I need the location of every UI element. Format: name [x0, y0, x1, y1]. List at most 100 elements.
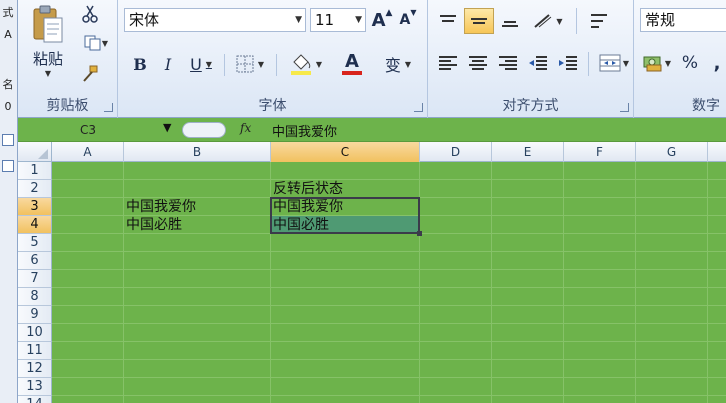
clipboard-dialog-launcher[interactable]: [104, 103, 113, 112]
row-header-14[interactable]: 14: [18, 396, 52, 403]
paint-bucket-icon: [290, 54, 311, 75]
align-top-button[interactable]: [434, 8, 462, 34]
percent-style-button[interactable]: %: [678, 50, 702, 76]
align-bottom-button[interactable]: [496, 8, 524, 34]
gridline: [52, 269, 726, 270]
chevron-down-icon: ▼: [622, 58, 630, 68]
chevron-down-icon: ▼: [44, 69, 52, 78]
comma-glyph: ,: [713, 52, 721, 74]
chevron-down-icon: ▼: [404, 59, 412, 69]
column-header-a[interactable]: A: [52, 142, 124, 162]
shrink-font-button[interactable]: A ▼: [396, 8, 420, 32]
gridline: [707, 162, 708, 403]
phonetic-glyph: 变: [384, 56, 401, 75]
italic-button[interactable]: I: [156, 52, 180, 76]
comma-style-button[interactable]: ,: [706, 50, 726, 76]
column-header-b[interactable]: B: [124, 142, 271, 162]
merge-center-button[interactable]: ▼: [594, 50, 634, 76]
insert-function-icon[interactable]: fx: [240, 121, 251, 135]
font-color-button[interactable]: A: [332, 50, 372, 78]
align-center-button[interactable]: [464, 50, 492, 76]
formula-input[interactable]: 中国我爱你: [272, 121, 337, 140]
name-box-dropdown-icon[interactable]: ▼: [163, 121, 171, 134]
row-header-11[interactable]: 11: [18, 342, 52, 360]
borders-button[interactable]: ▼: [230, 52, 270, 76]
row-header-2[interactable]: 2: [18, 180, 52, 198]
copy-button[interactable]: ▼: [78, 32, 114, 54]
column-header-g[interactable]: G: [636, 142, 708, 162]
number-group-title: 数字: [692, 98, 720, 114]
bold-button[interactable]: B: [128, 52, 152, 76]
cell-b3[interactable]: 中国我爱你: [124, 198, 271, 216]
row-header-10[interactable]: 10: [18, 324, 52, 342]
row-header-6[interactable]: 6: [18, 252, 52, 270]
number-format-combo[interactable]: 常规: [640, 8, 726, 32]
column-header-d[interactable]: D: [420, 142, 492, 162]
chevron-down-icon: ▼: [315, 59, 323, 69]
orientation-button[interactable]: ▼: [528, 8, 568, 34]
wrap-text-button[interactable]: [584, 8, 614, 34]
cell-c4[interactable]: 中国必胜: [271, 216, 420, 234]
chevron-down-icon: ▼: [257, 59, 265, 69]
cell-b4[interactable]: 中国必胜: [124, 216, 271, 234]
gridline: [52, 251, 726, 252]
format-painter-button[interactable]: [78, 62, 102, 86]
paste-button[interactable]: 粘贴 ▼: [26, 2, 70, 86]
align-right-icon: [499, 56, 517, 70]
formula-bar: C3 ▼ fx 中国我爱你: [18, 118, 726, 142]
align-middle-button[interactable]: [464, 8, 494, 34]
name-box[interactable]: C3: [18, 120, 158, 140]
gridline: [52, 359, 726, 360]
worksheet-grid[interactable]: ABCDEFG 1234567891011121314 反转后状态中国我爱你中国…: [18, 142, 726, 403]
row-header-13[interactable]: 13: [18, 378, 52, 396]
gridline: [52, 341, 726, 342]
cell-c2[interactable]: 反转后状态: [271, 180, 420, 198]
row-header-1[interactable]: 1: [18, 162, 52, 180]
row-header-3[interactable]: 3: [18, 198, 52, 216]
row-header-5[interactable]: 5: [18, 234, 52, 252]
fill-color-button[interactable]: ▼: [284, 50, 328, 78]
font-name-combo[interactable]: 宋体 ▼: [124, 8, 306, 32]
gridline: [52, 287, 726, 288]
cut-button[interactable]: [78, 2, 102, 26]
edge-checkbox[interactable]: [2, 160, 14, 172]
accounting-format-button[interactable]: ▼: [640, 50, 674, 76]
phonetic-button[interactable]: 变 ▼: [376, 50, 420, 78]
align-left-button[interactable]: [434, 50, 462, 76]
row-header-7[interactable]: 7: [18, 270, 52, 288]
formula-bar-search-field[interactable]: [182, 122, 226, 138]
grow-font-button[interactable]: A ▲: [370, 8, 394, 32]
grow-font-glyph: A: [371, 9, 386, 31]
decrease-indent-button[interactable]: [524, 50, 552, 76]
column-header-c[interactable]: C: [271, 142, 420, 162]
align-right-button[interactable]: [494, 50, 522, 76]
chevron-down-icon: ▼: [556, 16, 563, 26]
underline-button[interactable]: U ▼: [184, 52, 218, 76]
alignment-dialog-launcher[interactable]: [620, 103, 629, 112]
cell-c3[interactable]: 中国我爱你: [271, 198, 420, 216]
edge-checkbox[interactable]: [2, 134, 14, 146]
wrap-text-icon: [591, 14, 607, 28]
row-header-9[interactable]: 9: [18, 306, 52, 324]
gridline: [52, 395, 726, 396]
caret-down-icon: ▼: [410, 8, 417, 17]
font-group-title: 字体: [258, 98, 287, 114]
border-grid-icon: [236, 55, 254, 73]
underline-glyph: U: [190, 54, 202, 74]
column-header-e[interactable]: E: [492, 142, 564, 162]
alignment-group-title: 对齐方式: [502, 98, 559, 114]
row-header-4[interactable]: 4: [18, 216, 52, 234]
font-size-combo[interactable]: 11 ▼: [310, 8, 366, 32]
row-header-12[interactable]: 12: [18, 360, 52, 378]
column-header-f[interactable]: F: [564, 142, 636, 162]
align-center-icon: [469, 56, 487, 70]
select-all-corner[interactable]: [18, 142, 52, 162]
row-header-8[interactable]: 8: [18, 288, 52, 306]
gridline: [563, 162, 564, 403]
clipboard-group: 粘贴 ▼ ▼ 剪贴板: [18, 0, 118, 118]
text-angle-icon: [534, 14, 552, 28]
font-dialog-launcher[interactable]: [414, 103, 423, 112]
increase-indent-button[interactable]: [554, 50, 582, 76]
outdent-icon: [529, 56, 547, 70]
edge-glyph: 名: [2, 78, 14, 91]
